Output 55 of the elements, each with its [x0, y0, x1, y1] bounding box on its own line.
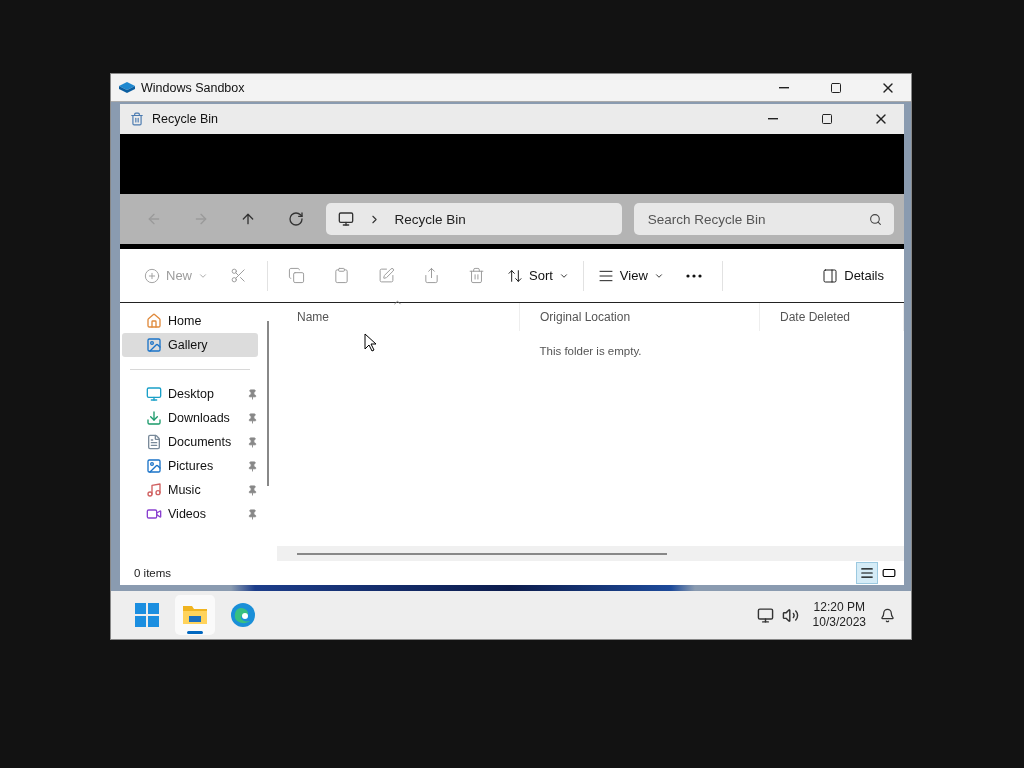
folder-icon — [182, 604, 208, 626]
volume-icon[interactable] — [781, 606, 799, 624]
column-header[interactable]: Name — [277, 303, 520, 331]
plus-circle-icon — [144, 267, 160, 284]
picture-icon — [146, 337, 162, 353]
browser-icon — [230, 602, 256, 628]
minimize-icon — [768, 118, 778, 120]
maximize-icon — [830, 81, 842, 94]
house-icon — [146, 313, 162, 329]
refresh-icon — [287, 211, 304, 227]
window-title: Windows Sandbox — [141, 80, 245, 95]
cursor-icon — [364, 333, 377, 352]
rectangle-icon — [882, 566, 896, 580]
sidebar-item[interactable]: Documents — [122, 430, 258, 454]
video-icon — [146, 506, 162, 522]
clock[interactable]: 12:20 PM 10/3/2023 — [812, 600, 866, 630]
scrollbar[interactable] — [267, 321, 269, 486]
sidebar-item[interactable]: Videos — [122, 502, 258, 526]
details-view-button[interactable] — [856, 562, 878, 584]
empty-message: This folder is empty. — [539, 345, 642, 357]
panel-icon — [822, 267, 839, 284]
search-field[interactable]: Search Recycle Bin — [633, 203, 894, 235]
file-explorer-button[interactable] — [175, 595, 215, 635]
picture-icon — [146, 458, 162, 474]
sidebar-item[interactable]: Home — [122, 309, 258, 333]
sidebar-item[interactable]: Downloads — [122, 406, 258, 430]
list-icon — [860, 566, 874, 580]
monitor-icon — [337, 211, 354, 227]
address-bar[interactable]: Recycle Bin — [325, 203, 622, 235]
recycle-bin-icon — [130, 112, 144, 126]
sidebar-item[interactable]: Gallery — [122, 333, 258, 357]
download-icon — [146, 410, 162, 426]
item-count: 0 items — [134, 567, 172, 579]
sort-button[interactable]: Sort — [499, 258, 577, 293]
search-icon — [869, 213, 882, 226]
maximize-icon — [821, 113, 833, 125]
sidebar-item[interactable]: Pictures — [122, 454, 258, 478]
network-icon[interactable] — [756, 606, 774, 624]
document-icon — [146, 434, 162, 450]
window-title: Recycle Bin — [152, 112, 218, 126]
details-button[interactable]: Details — [814, 258, 892, 293]
column-header[interactable]: Date Deleted — [760, 303, 904, 331]
sort-arrows-icon — [507, 267, 523, 284]
windows-logo-icon — [135, 603, 159, 627]
breadcrumb-item[interactable]: Recycle Bin — [394, 211, 466, 227]
sidebar-item[interactable]: Music — [122, 478, 258, 502]
monitor-icon — [146, 386, 162, 402]
sidebar-item[interactable]: Desktop — [122, 382, 258, 406]
column-header[interactable]: Original Location — [520, 303, 760, 331]
minimize-icon — [779, 86, 789, 89]
scrollbar[interactable] — [297, 552, 667, 555]
view-button[interactable]: View — [589, 258, 672, 293]
music-note-icon — [146, 482, 162, 498]
sandbox-icon — [119, 81, 135, 94]
notifications-icon[interactable] — [880, 607, 895, 623]
